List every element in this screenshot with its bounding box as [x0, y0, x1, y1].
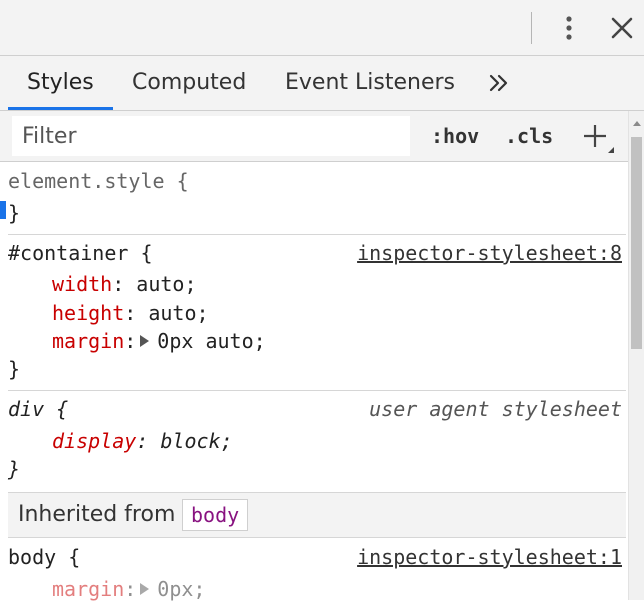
declaration-margin[interactable]: margin: 0px auto; — [52, 327, 266, 355]
tab-event-listeners[interactable]: Event Listeners — [285, 66, 455, 100]
property-name: height — [52, 301, 125, 325]
property-value: 0px auto; — [157, 329, 266, 353]
container-source-link[interactable]: inspector-stylesheet:8 — [357, 239, 622, 267]
colon: : — [124, 577, 137, 601]
tab-styles[interactable]: Styles — [27, 66, 94, 100]
declaration-body-margin[interactable]: margin: 0px; — [52, 575, 205, 603]
container-close-brace: } — [8, 357, 21, 381]
property-name: display — [52, 429, 137, 453]
colon: : — [124, 301, 137, 325]
declaration-width[interactable]: width: auto; — [52, 270, 197, 298]
declaration-height[interactable]: height: auto; — [52, 299, 209, 327]
property-name: margin — [52, 329, 125, 353]
element-style-close-brace: } — [8, 201, 21, 225]
toolbar-divider — [531, 12, 532, 44]
styles-filter-bar: :hov .cls — [0, 111, 628, 162]
user-agent-stylesheet-label: user agent stylesheet — [369, 397, 622, 421]
expand-triangle-icon[interactable] — [140, 334, 150, 347]
selected-element-marker — [0, 201, 6, 219]
double-chevron-right-icon[interactable] — [486, 68, 512, 98]
inherited-section-header: Inherited from body — [8, 492, 626, 538]
hov-toggle-button[interactable]: :hov — [431, 121, 479, 151]
scroll-up-arrow-icon[interactable] — [633, 121, 641, 126]
tab-computed[interactable]: Computed — [132, 66, 246, 100]
declaration-display: display: block; — [52, 427, 233, 455]
plus-icon[interactable] — [582, 123, 616, 155]
rule-divider — [8, 234, 626, 235]
active-tab-indicator — [8, 107, 113, 110]
div-selector: div { — [8, 397, 69, 421]
cls-toggle-button[interactable]: .cls — [505, 121, 553, 151]
kebab-vertical-icon[interactable] — [558, 14, 580, 42]
container-selector[interactable]: #container { — [8, 239, 153, 267]
body-source-link[interactable]: inspector-stylesheet:1 — [357, 543, 622, 571]
filter-input[interactable] — [12, 116, 410, 156]
property-value: 0px; — [157, 577, 206, 601]
close-x-icon[interactable] — [610, 16, 634, 40]
div-close-brace: } — [8, 457, 21, 481]
colon: : — [124, 329, 137, 353]
inherited-label: Inherited from — [18, 502, 176, 527]
rule-divider — [8, 390, 626, 391]
sidebar-tabs: Styles Computed Event Listeners — [0, 56, 644, 111]
property-value: auto; — [124, 272, 197, 296]
property-name: margin — [52, 577, 125, 601]
scrollbar-thumb[interactable] — [631, 137, 642, 349]
property-value: auto; — [136, 301, 209, 325]
colon: : — [112, 272, 125, 296]
styles-scrollbar[interactable] — [628, 111, 644, 600]
devtools-top-toolbar — [0, 0, 644, 56]
element-style-selector[interactable]: element.style { — [8, 167, 189, 195]
colon: : — [136, 429, 149, 453]
expand-triangle-icon[interactable] — [140, 582, 150, 595]
property-name: width — [52, 272, 113, 296]
inherited-node-link[interactable]: body — [182, 499, 249, 531]
body-selector[interactable]: body { — [8, 543, 80, 571]
property-value: block; — [148, 429, 233, 453]
